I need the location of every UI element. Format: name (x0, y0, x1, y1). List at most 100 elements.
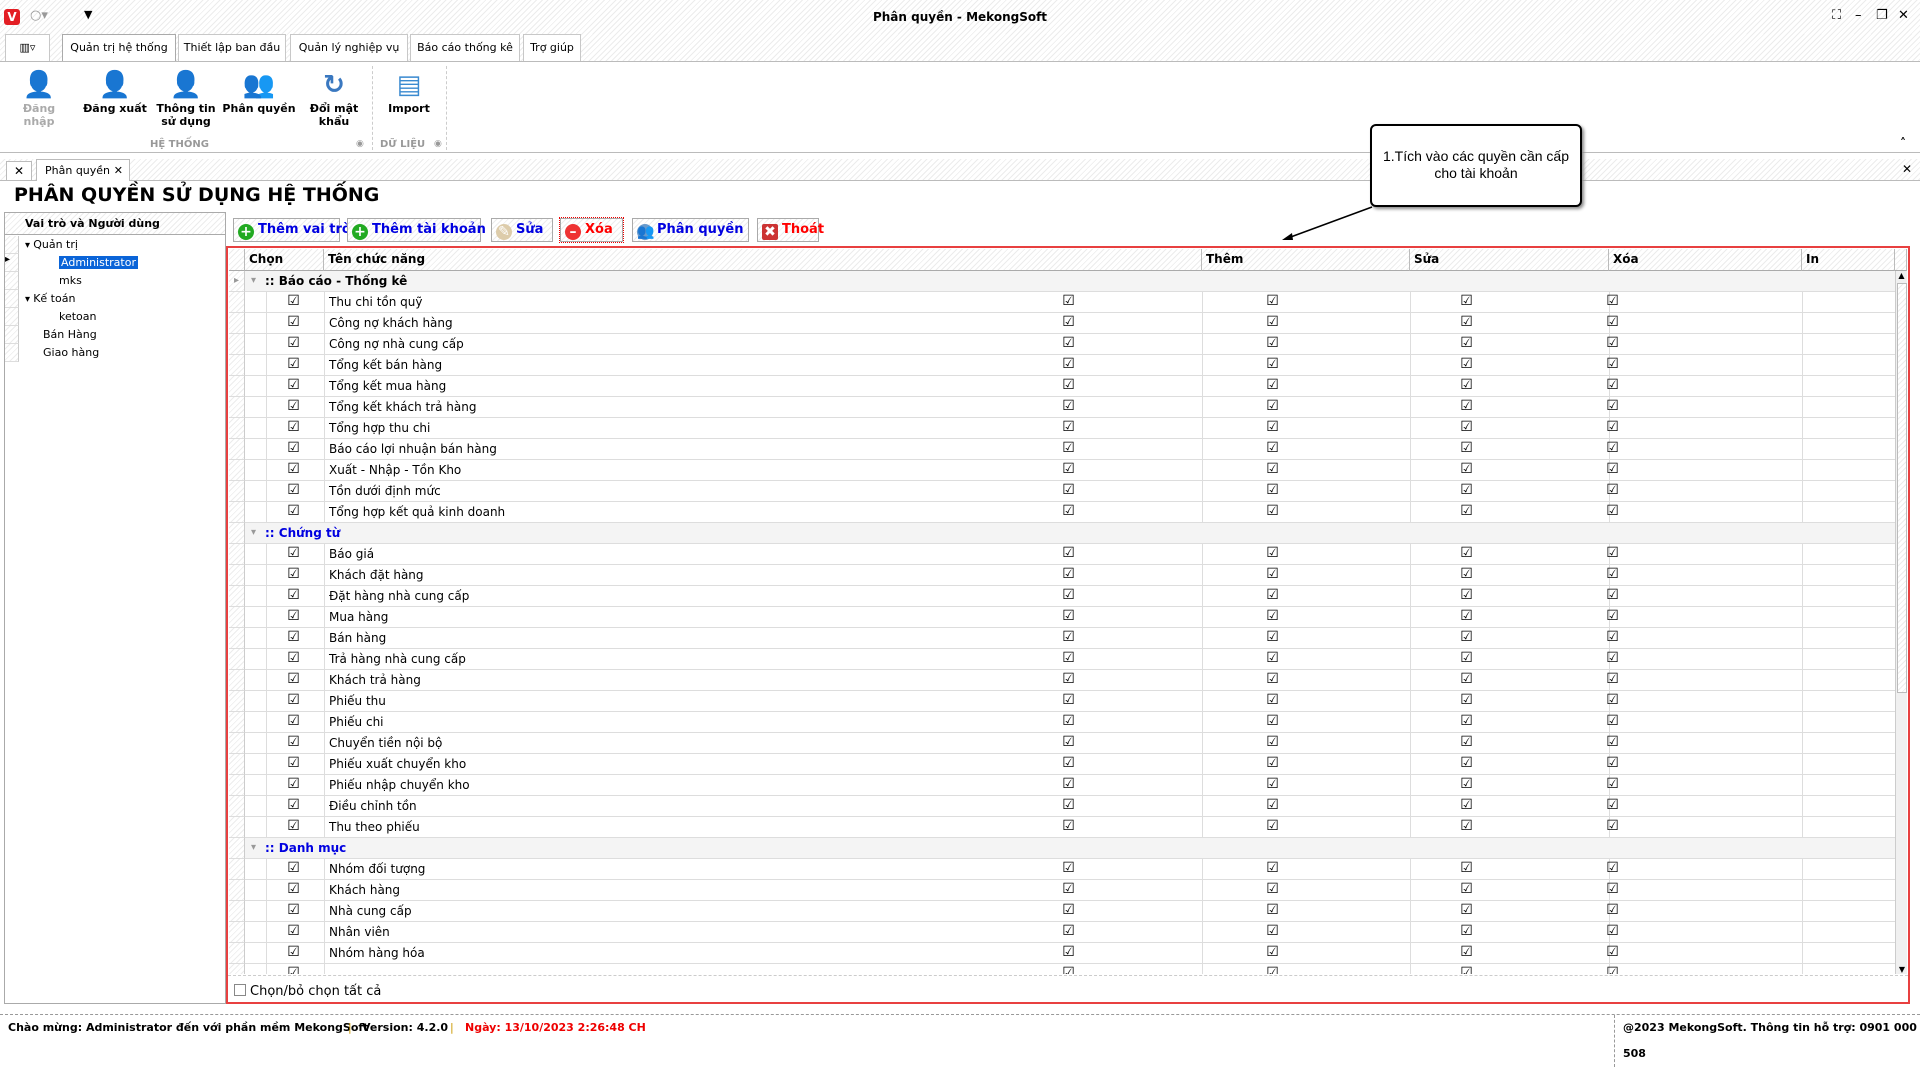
table-row[interactable]: ☑ Mua hàng ☑ ☑ ☑ ☑ (229, 607, 1895, 628)
scroll-up-icon[interactable]: ▲ (1896, 271, 1907, 280)
xoa-checkbox[interactable]: ☑ (1460, 462, 1473, 476)
in-checkbox[interactable]: ☑ (1606, 630, 1619, 644)
group-row[interactable]: ▾:: Danh mục (229, 838, 1895, 859)
table-row[interactable]: ☑ Nhóm hàng hóa ☑ ☑ ☑ ☑ (229, 943, 1895, 964)
toolbar-button-5[interactable]: ✖ Thoát (757, 218, 824, 242)
them-checkbox[interactable]: ☑ (1062, 420, 1075, 434)
tree-node[interactable]: ketoan (59, 308, 97, 326)
in-checkbox[interactable]: ☑ (1606, 714, 1619, 728)
them-checkbox[interactable]: ☑ (1062, 756, 1075, 770)
column-header-them[interactable]: Thêm (1202, 249, 1410, 271)
sua-checkbox[interactable]: ☑ (1266, 966, 1279, 974)
in-checkbox[interactable]: ☑ (1606, 504, 1619, 518)
table-row[interactable]: ☑ Phiếu nhập chuyển kho ☑ ☑ ☑ ☑ (229, 775, 1895, 796)
them-checkbox[interactable]: ☑ (1062, 294, 1075, 308)
toolbar-button-1[interactable]: + Thêm tài khoản (347, 218, 486, 242)
tab-thiet-lap-ban-dau[interactable]: Thiết lập ban đầu (178, 34, 286, 62)
chon-checkbox[interactable]: ☑ (287, 504, 300, 518)
group-row[interactable]: ▾:: Chứng từ (229, 523, 1895, 544)
in-checkbox[interactable]: ☑ (1606, 819, 1619, 833)
close-all-icon[interactable]: ✕ (6, 161, 32, 181)
sua-checkbox[interactable]: ☑ (1266, 777, 1279, 791)
column-header-chon[interactable]: Chọn (245, 249, 324, 271)
sua-checkbox[interactable]: ☑ (1266, 714, 1279, 728)
toolbar-button-2[interactable]: ✎ Sửa (491, 218, 553, 242)
in-checkbox[interactable]: ☑ (1606, 399, 1619, 413)
them-checkbox[interactable]: ☑ (1062, 546, 1075, 560)
xoa-checkbox[interactable]: ☑ (1460, 630, 1473, 644)
sua-checkbox[interactable]: ☑ (1266, 315, 1279, 329)
group-expand-icon[interactable]: ◉ (356, 139, 364, 149)
table-row[interactable]: ☑ Tổng hợp thu chi ☑ ☑ ☑ ☑ (229, 418, 1895, 439)
table-row[interactable]: ☑ Tổng kết bán hàng ☑ ☑ ☑ ☑ (229, 355, 1895, 376)
sua-checkbox[interactable]: ☑ (1266, 483, 1279, 497)
chon-checkbox[interactable]: ☑ (287, 672, 300, 686)
group-expand-icon[interactable]: ◉ (434, 139, 442, 149)
chon-checkbox[interactable]: ☑ (287, 357, 300, 371)
xoa-checkbox[interactable]: ☑ (1460, 903, 1473, 917)
xoa-checkbox[interactable]: ☑ (1460, 294, 1473, 308)
restore-ribbon-icon[interactable]: ⛶ (1832, 8, 1841, 23)
in-checkbox[interactable]: ☑ (1606, 861, 1619, 875)
tab-quan-tri-he-thong[interactable]: Quản trị hệ thống (62, 34, 176, 63)
table-row[interactable]: ☑ ☑ ☑ ☑ ☑ (229, 964, 1895, 974)
table-row[interactable]: ☑ Khách hàng ☑ ☑ ☑ ☑ (229, 880, 1895, 901)
xoa-checkbox[interactable]: ☑ (1460, 651, 1473, 665)
them-checkbox[interactable]: ☑ (1062, 672, 1075, 686)
xoa-checkbox[interactable]: ☑ (1460, 420, 1473, 434)
them-checkbox[interactable]: ☑ (1062, 693, 1075, 707)
tree-node[interactable]: Bán Hàng (43, 326, 97, 344)
in-checkbox[interactable]: ☑ (1606, 651, 1619, 665)
table-row[interactable]: ☑ Thu theo phiếu ☑ ☑ ☑ ☑ (229, 817, 1895, 838)
tree-node[interactable]: Administrator (59, 254, 138, 272)
tab-bao-cao-thong-ke[interactable]: Báo cáo thống kê (410, 34, 520, 62)
in-checkbox[interactable]: ☑ (1606, 756, 1619, 770)
in-checkbox[interactable]: ☑ (1606, 546, 1619, 560)
xoa-checkbox[interactable]: ☑ (1460, 567, 1473, 581)
chon-checkbox[interactable]: ☑ (287, 399, 300, 413)
table-row[interactable]: ☑ Phiếu xuất chuyển kho ☑ ☑ ☑ ☑ (229, 754, 1895, 775)
collapse-arrow-icon[interactable]: ▾ (251, 523, 256, 544)
in-checkbox[interactable]: ☑ (1606, 735, 1619, 749)
xoa-checkbox[interactable]: ☑ (1460, 945, 1473, 959)
table-row[interactable]: ☑ Nhóm đối tượng ☑ ☑ ☑ ☑ (229, 859, 1895, 880)
them-checkbox[interactable]: ☑ (1062, 945, 1075, 959)
table-row[interactable]: ☑ Công nợ khách hàng ☑ ☑ ☑ ☑ (229, 313, 1895, 334)
xoa-checkbox[interactable]: ☑ (1460, 588, 1473, 602)
in-checkbox[interactable]: ☑ (1606, 483, 1619, 497)
table-row[interactable]: ☑ Thu chi tồn quỹ ☑ ☑ ☑ ☑ (229, 292, 1895, 313)
scrollbar-thumb[interactable] (1897, 283, 1907, 693)
xoa-checkbox[interactable]: ☑ (1460, 819, 1473, 833)
table-row[interactable]: ☑ Bán hàng ☑ ☑ ☑ ☑ (229, 628, 1895, 649)
chon-checkbox[interactable]: ☑ (287, 735, 300, 749)
sua-checkbox[interactable]: ☑ (1266, 945, 1279, 959)
xoa-checkbox[interactable]: ☑ (1460, 378, 1473, 392)
logout-button[interactable]: 👤 Đăng xuất (82, 68, 148, 115)
table-row[interactable]: ☑ Đặt hàng nhà cung cấp ☑ ☑ ☑ ☑ (229, 586, 1895, 607)
chon-checkbox[interactable]: ☑ (287, 546, 300, 560)
table-row[interactable]: ☑ Điều chỉnh tồn ☑ ☑ ☑ ☑ (229, 796, 1895, 817)
chon-checkbox[interactable]: ☑ (287, 588, 300, 602)
in-checkbox[interactable]: ☑ (1606, 609, 1619, 623)
them-checkbox[interactable]: ☑ (1062, 924, 1075, 938)
chon-checkbox[interactable]: ☑ (287, 903, 300, 917)
permission-button[interactable]: 👥 Phân quyền (222, 68, 296, 115)
xoa-checkbox[interactable]: ☑ (1460, 756, 1473, 770)
table-row[interactable]: ☑ Nhà cung cấp ☑ ☑ ☑ ☑ (229, 901, 1895, 922)
in-checkbox[interactable]: ☑ (1606, 777, 1619, 791)
xoa-checkbox[interactable]: ☑ (1460, 693, 1473, 707)
sua-checkbox[interactable]: ☑ (1266, 588, 1279, 602)
tab-quan-ly-nghiep-vu[interactable]: Quản lý nghiệp vụ (290, 34, 408, 62)
collapse-arrow-icon[interactable]: ▾ (251, 271, 256, 292)
sua-checkbox[interactable]: ☑ (1266, 672, 1279, 686)
toolbar-button-4[interactable]: 👥 Phân quyền (632, 218, 749, 242)
chon-checkbox[interactable]: ☑ (287, 819, 300, 833)
chon-checkbox[interactable]: ☑ (287, 924, 300, 938)
table-row[interactable]: ☑ Khách đặt hàng ☑ ☑ ☑ ☑ (229, 565, 1895, 586)
column-header-xoa[interactable]: Xóa (1609, 249, 1802, 271)
xoa-checkbox[interactable]: ☑ (1460, 546, 1473, 560)
column-header-sua[interactable]: Sửa (1410, 249, 1609, 271)
collapse-ribbon-icon[interactable]: ˄ (1900, 136, 1906, 150)
in-checkbox[interactable]: ☑ (1606, 567, 1619, 581)
in-checkbox[interactable]: ☑ (1606, 903, 1619, 917)
